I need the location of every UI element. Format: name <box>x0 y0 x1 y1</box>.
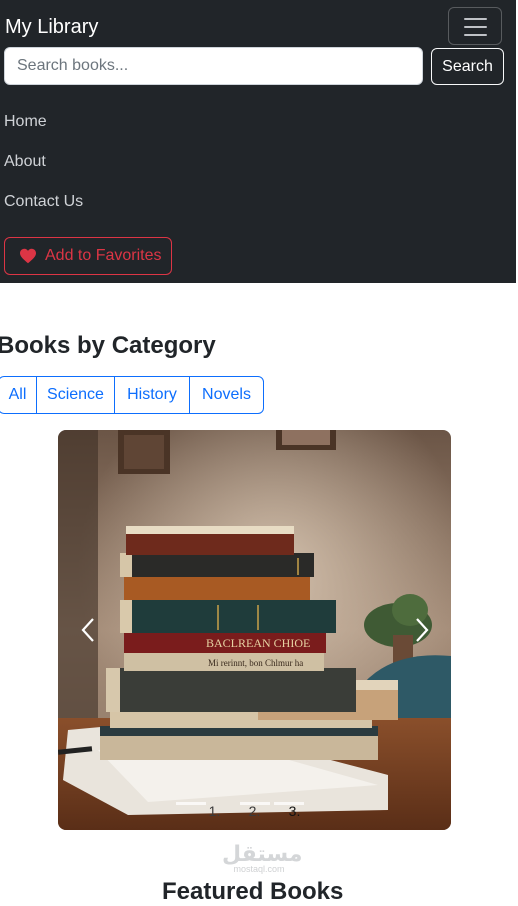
category-novels-button[interactable]: Novels <box>190 377 263 413</box>
brand-title[interactable]: My Library <box>5 16 98 39</box>
nav-link-contact[interactable]: Contact Us <box>4 193 83 211</box>
search-button[interactable]: Search <box>431 48 504 85</box>
category-science-button[interactable]: Science <box>37 377 115 413</box>
hamburger-icon <box>464 18 487 20</box>
category-all-button[interactable]: All <box>0 377 37 413</box>
add-to-favorites-button[interactable]: Add to Favorites <box>4 237 172 275</box>
book-stack-image: BACLREAN CHIOE Mi rerinnt, bon Chlmur ha <box>58 430 451 830</box>
nav-link-about[interactable]: About <box>4 153 46 171</box>
category-history-button[interactable]: History <box>115 377 190 413</box>
navbar-toggle-button[interactable] <box>448 7 502 45</box>
book-spine-title: BACLREAN CHIOE <box>206 636 310 650</box>
mostaql-watermark-logo: مستقل <box>222 841 303 866</box>
featured-section-title: Featured Books <box>162 878 344 905</box>
category-filter-group: All Science History Novels <box>0 376 264 414</box>
navbar: My Library Search Home About Contact Us … <box>0 0 516 283</box>
category-section-title: Books by Category <box>0 332 216 359</box>
carousel-indicators: 1. 2. 3. <box>58 803 451 819</box>
favorites-label: Add to Favorites <box>45 247 162 264</box>
hamburger-icon-line <box>464 34 487 36</box>
mostaql-watermark-url: mostaql.com <box>233 864 285 874</box>
search-input[interactable] <box>4 47 423 85</box>
chevron-left-icon[interactable] <box>74 615 104 645</box>
book-carousel: BACLREAN CHIOE Mi rerinnt, bon Chlmur ha… <box>58 430 451 830</box>
carousel-indicator-2[interactable]: 2. <box>245 803 265 819</box>
book-spine-subtitle: Mi rerinnt, bon Chlmur ha <box>208 658 303 668</box>
heart-icon <box>20 248 36 264</box>
chevron-right-icon[interactable] <box>406 615 436 645</box>
hamburger-icon-line <box>464 26 487 28</box>
carousel-indicator-3[interactable]: 3. <box>285 803 305 819</box>
carousel-indicator-1[interactable]: 1. <box>205 803 225 819</box>
nav-link-home[interactable]: Home <box>4 113 47 131</box>
